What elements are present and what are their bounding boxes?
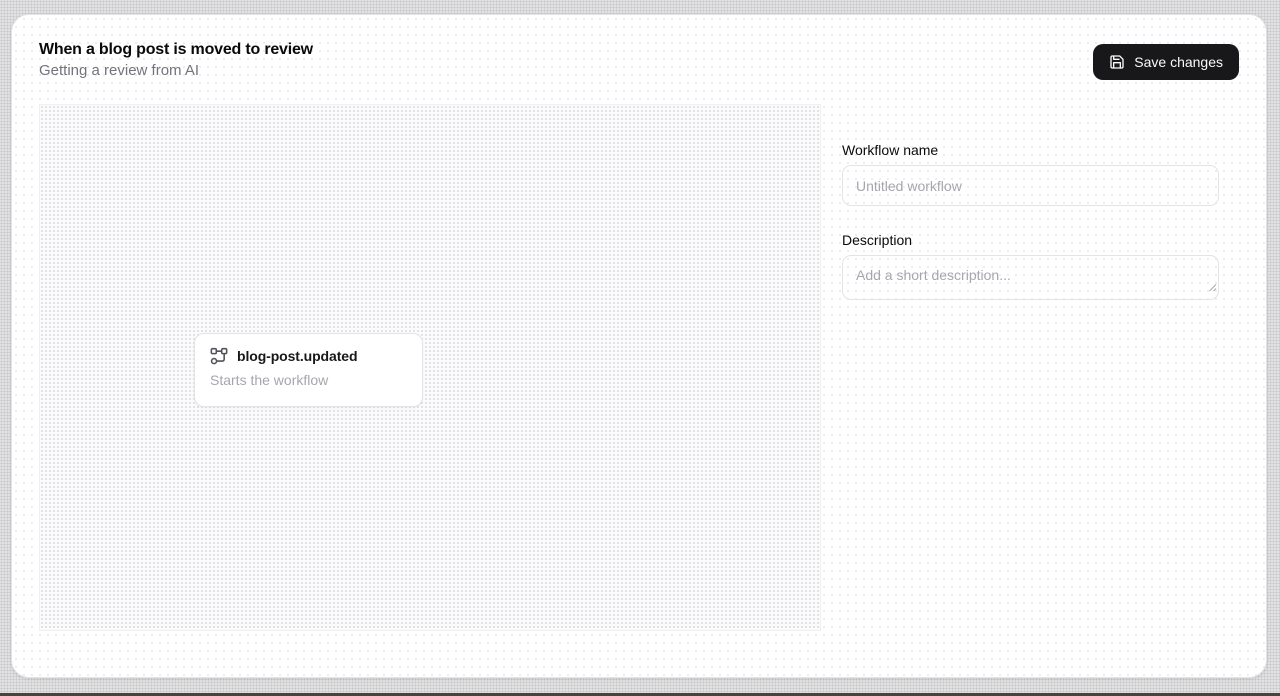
description-label: Description [842, 232, 1219, 248]
save-icon [1109, 54, 1125, 70]
workflow-name-label: Workflow name [842, 142, 1219, 158]
save-changes-button[interactable]: Save changes [1093, 44, 1239, 80]
workflow-editor-card: When a blog post is moved to review Gett… [11, 14, 1267, 678]
page-title: When a blog post is moved to review [39, 41, 313, 59]
workflow-name-input[interactable] [842, 165, 1219, 206]
workflow-canvas[interactable]: blog-post.updated Starts the workflow [39, 104, 821, 631]
trigger-node-title: blog-post.updated [237, 348, 357, 364]
page-subtitle: Getting a review from AI [39, 62, 199, 79]
workflow-icon [210, 347, 228, 365]
resize-handle-icon[interactable] [1208, 279, 1217, 297]
trigger-node[interactable]: blog-post.updated Starts the workflow [194, 333, 423, 407]
description-textarea[interactable] [842, 255, 1219, 300]
save-button-label: Save changes [1134, 54, 1223, 70]
trigger-node-subtitle: Starts the workflow [210, 372, 407, 388]
workflow-settings-panel: Workflow name Description [842, 142, 1219, 300]
